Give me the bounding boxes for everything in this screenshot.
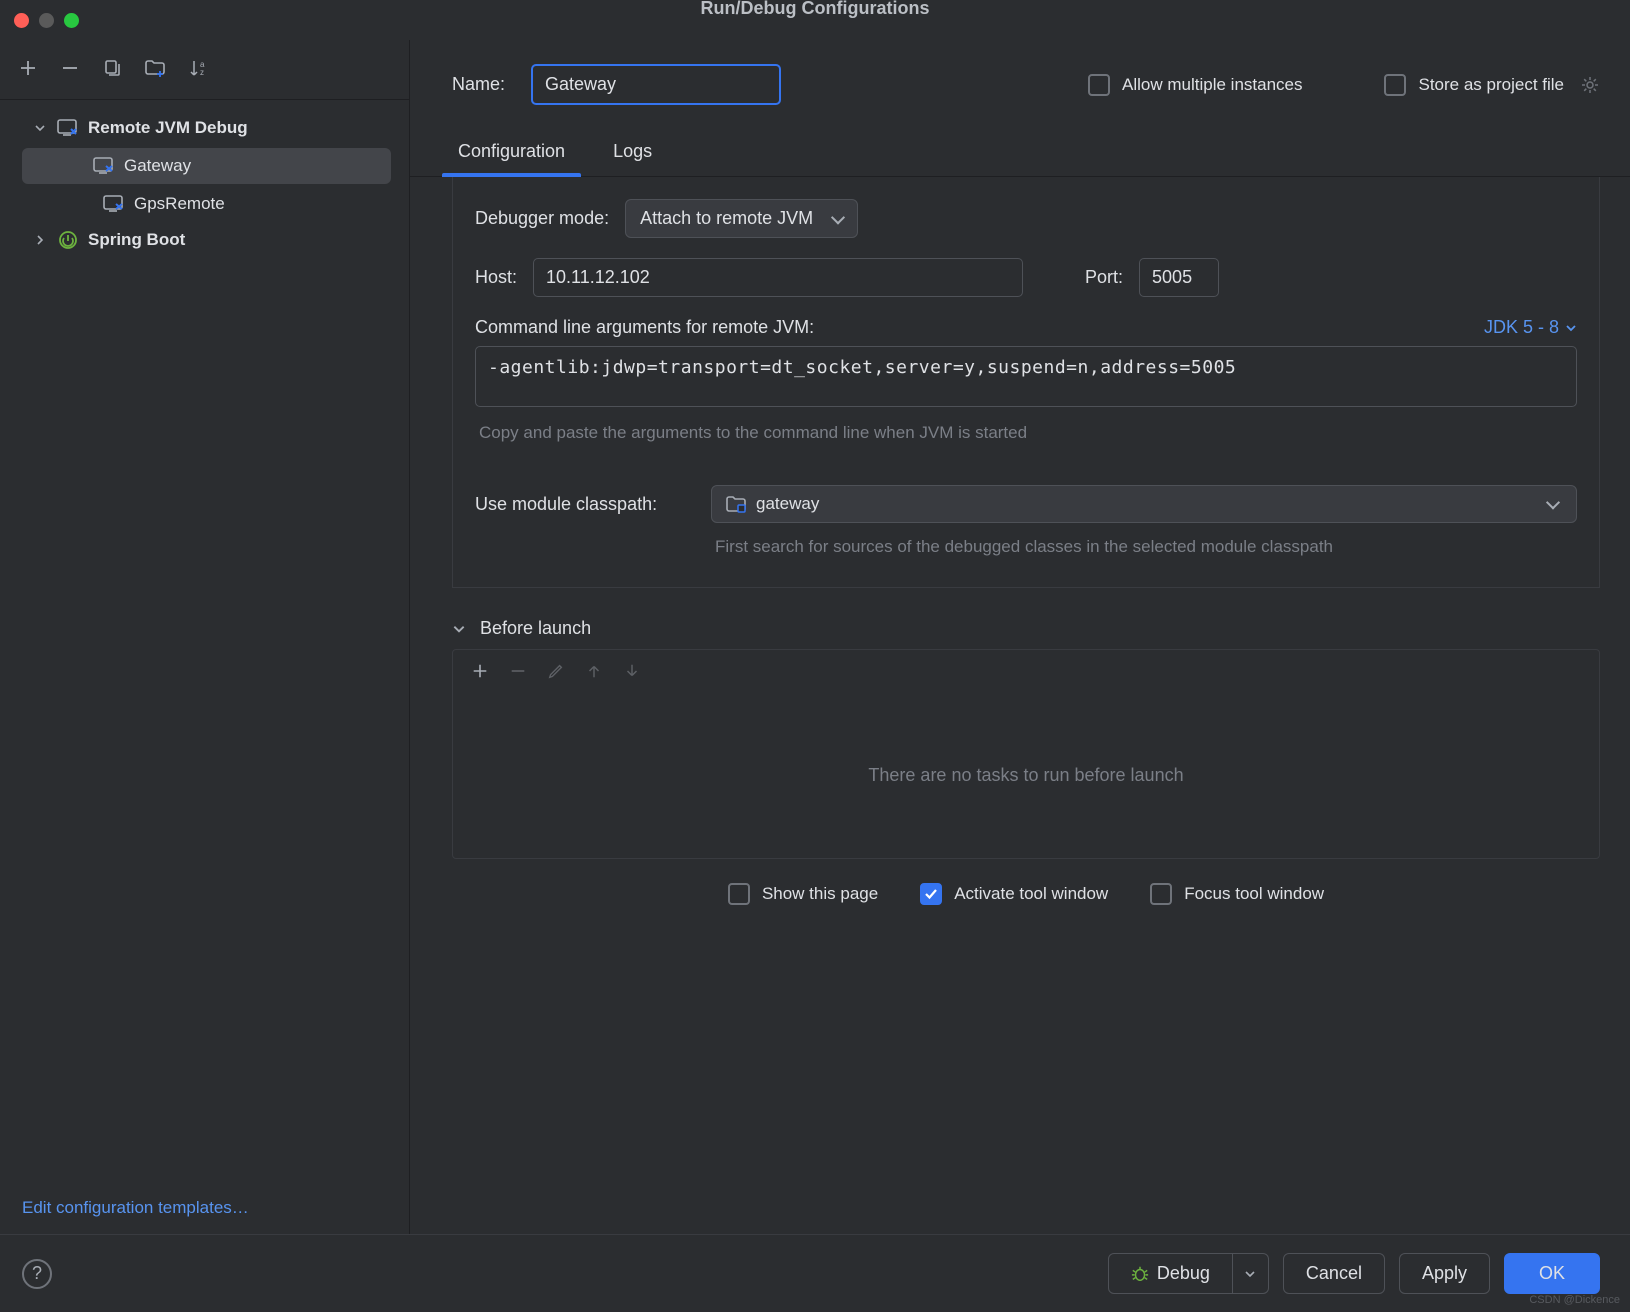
content-panel: Name: Allow multiple instances Store as …	[410, 40, 1630, 1234]
remote-debug-icon	[102, 192, 126, 216]
focus-tool-window-checkbox[interactable]	[1150, 883, 1172, 905]
show-this-page-label: Show this page	[762, 884, 878, 904]
debug-dropdown[interactable]	[1233, 1253, 1269, 1294]
tabs: Configuration Logs	[410, 115, 1630, 177]
spring-boot-icon	[56, 228, 80, 252]
tree-item-gateway[interactable]: Gateway	[22, 148, 391, 184]
activate-tool-window-checkbox[interactable]	[920, 883, 942, 905]
tree-item-gpsremote[interactable]: GpsRemote	[0, 186, 409, 222]
options-row: Show this page Activate tool window Focu…	[452, 859, 1600, 923]
chevron-down-icon	[452, 622, 466, 636]
cmdline-label: Command line arguments for remote JVM:	[475, 317, 814, 338]
cancel-button[interactable]: Cancel	[1283, 1253, 1385, 1294]
remote-debug-icon	[92, 154, 116, 178]
name-label: Name:	[452, 74, 505, 95]
tree-label: Remote JVM Debug	[88, 118, 248, 138]
debug-button[interactable]: Debug	[1108, 1253, 1233, 1294]
bl-remove-button	[509, 662, 527, 680]
module-hint: First search for sources of the debugged…	[475, 537, 1577, 557]
before-launch-toggle[interactable]: Before launch	[452, 618, 1600, 649]
tree-node-spring-boot[interactable]: Spring Boot	[0, 222, 409, 258]
module-classpath-select[interactable]: gateway	[711, 485, 1577, 523]
port-label: Port:	[1085, 267, 1123, 288]
titlebar: Run/Debug Configurations	[0, 0, 1630, 40]
dialog-footer: ? Debug Cancel Apply OK	[0, 1234, 1630, 1312]
allow-multiple-label: Allow multiple instances	[1122, 75, 1302, 95]
focus-tool-window-label: Focus tool window	[1184, 884, 1324, 904]
chevron-right-icon	[32, 234, 48, 246]
bl-down-button	[623, 662, 641, 680]
store-project-label: Store as project file	[1418, 75, 1564, 95]
remote-debug-icon	[56, 116, 80, 140]
activate-tool-window-label: Activate tool window	[954, 884, 1108, 904]
before-launch-title: Before launch	[480, 618, 591, 639]
chevron-down-icon	[32, 122, 48, 134]
module-icon	[726, 495, 746, 513]
sidebar-toolbar: az	[0, 40, 409, 100]
ok-button[interactable]: OK	[1504, 1253, 1600, 1294]
tree-node-remote-jvm-debug[interactable]: Remote JVM Debug	[0, 110, 409, 146]
bl-edit-button	[547, 662, 565, 680]
before-launch-toolbar	[453, 650, 1599, 692]
config-tree: Remote JVM Debug Gateway GpsRemote	[0, 100, 409, 1182]
apply-button[interactable]: Apply	[1399, 1253, 1490, 1294]
add-config-button[interactable]	[18, 58, 38, 78]
window-title: Run/Debug Configurations	[701, 0, 930, 19]
tree-item-label: Gateway	[124, 156, 191, 176]
window-maximize-icon[interactable]	[64, 13, 79, 28]
before-launch-empty-text: There are no tasks to run before launch	[453, 692, 1599, 858]
debugger-mode-select[interactable]: Attach to remote JVM	[625, 199, 858, 238]
bl-add-button[interactable]	[471, 662, 489, 680]
allow-multiple-checkbox[interactable]	[1088, 74, 1110, 96]
help-button[interactable]: ?	[22, 1259, 52, 1289]
sort-button[interactable]: az	[188, 58, 208, 78]
gear-icon[interactable]	[1580, 75, 1600, 95]
tree-item-label: GpsRemote	[134, 194, 225, 214]
edit-templates-link[interactable]: Edit configuration templates…	[22, 1198, 249, 1217]
module-label: Use module classpath:	[475, 494, 695, 515]
port-input[interactable]	[1139, 258, 1219, 297]
jdk-version-value: JDK 5 - 8	[1484, 317, 1559, 338]
configuration-panel: Debugger mode: Attach to remote JVM Host…	[452, 177, 1600, 588]
module-value: gateway	[756, 494, 819, 514]
jdk-version-select[interactable]: JDK 5 - 8	[1484, 317, 1577, 338]
debug-label: Debug	[1157, 1263, 1210, 1284]
host-label: Host:	[475, 267, 517, 288]
debugger-mode-value: Attach to remote JVM	[640, 208, 813, 229]
debugger-mode-label: Debugger mode:	[475, 208, 609, 229]
sidebar: az Remote JVM Debug Gat	[0, 40, 410, 1234]
tab-logs[interactable]: Logs	[607, 133, 658, 176]
remove-config-button[interactable]	[60, 58, 80, 78]
copy-config-button[interactable]	[102, 58, 122, 78]
cmdline-hint: Copy and paste the arguments to the comm…	[475, 423, 1577, 443]
cmdline-textarea[interactable]: -agentlib:jdwp=transport=dt_socket,serve…	[475, 346, 1577, 407]
svg-text:z: z	[200, 68, 204, 77]
name-input[interactable]	[531, 64, 781, 105]
watermark: CSDN @Dickence	[1529, 1294, 1620, 1306]
folder-add-button[interactable]	[144, 57, 166, 79]
store-project-checkbox[interactable]	[1384, 74, 1406, 96]
debug-button-group: Debug	[1108, 1253, 1269, 1294]
bl-up-button	[585, 662, 603, 680]
tab-configuration[interactable]: Configuration	[452, 133, 571, 176]
bug-icon	[1131, 1265, 1149, 1283]
host-input[interactable]	[533, 258, 1023, 297]
window-minimize-icon	[39, 13, 54, 28]
show-this-page-checkbox[interactable]	[728, 883, 750, 905]
window-close-icon[interactable]	[14, 13, 29, 28]
tree-label: Spring Boot	[88, 230, 185, 250]
before-launch-section: Before launch	[452, 618, 1600, 859]
